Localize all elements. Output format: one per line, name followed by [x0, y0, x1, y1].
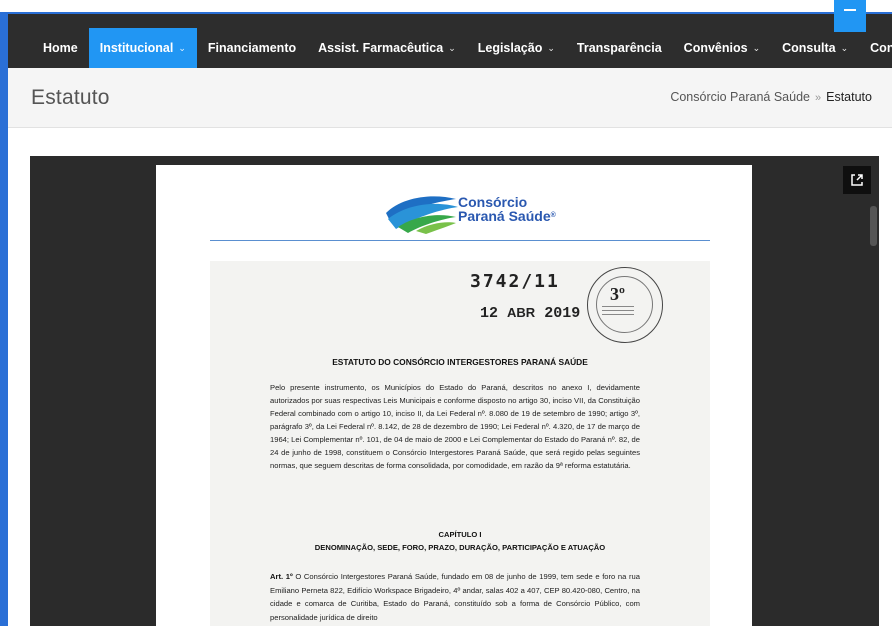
- viewer-scrollbar[interactable]: [870, 206, 877, 246]
- main-navbar: Home Institucional ⌄ Financiamento Assist. F…: [8, 14, 892, 68]
- registry-number: 3742/11: [470, 271, 560, 292]
- nav-item-label: Home: [43, 41, 78, 55]
- registry-day: 12: [480, 305, 499, 322]
- left-accent-bar: [0, 14, 8, 626]
- logo-line-2: Paraná Saúde: [458, 208, 551, 224]
- nav-item-label: Institucional: [99, 41, 174, 55]
- nav-item-label: Transparência: [576, 41, 662, 55]
- breadcrumb-separator: »: [815, 92, 822, 104]
- notary-seal: 3º: [587, 267, 663, 343]
- menu-toggle-button[interactable]: [834, 0, 866, 32]
- chevron-down-icon: ⌄: [840, 42, 849, 53]
- chapter-subtitle: DENOMINAÇÃO, SEDE, FORO, PRAZO, DURAÇÃO,…: [314, 543, 606, 552]
- chevron-down-icon: ⌄: [752, 42, 761, 53]
- article-label: Art. 1º: [270, 572, 293, 581]
- nav-item-legislacao[interactable]: Legislação ⌄: [467, 28, 566, 68]
- article-1: Art. 1º O Consórcio Intergestores Paraná…: [270, 570, 640, 624]
- registry-date: 12 ABR 2019: [480, 305, 580, 322]
- chapter-heading: CAPÍTULO I DENOMINAÇÃO, SEDE, FORO, PRAZ…: [210, 528, 710, 554]
- nav-item-consulta[interactable]: Consulta ⌄: [771, 28, 859, 68]
- nav-item-label: Consulta: [782, 41, 836, 55]
- nav-item-financiamento[interactable]: Financiamento: [197, 28, 307, 68]
- chevron-down-icon: ⌄: [448, 42, 456, 53]
- nav-item-convenios[interactable]: Convênios ⌄: [673, 28, 771, 68]
- breadcrumb-home-link[interactable]: Consórcio Paraná Saúde: [670, 90, 810, 104]
- registry-year: 2019: [544, 305, 581, 322]
- document-heading: ESTATUTO DO CONSÓRCIO INTERGESTORES PARA…: [332, 357, 588, 367]
- scanned-document: 3742/11 12 ABR 2019 3º ESTATUTO DO CONSÓ…: [210, 261, 710, 626]
- browser-frame: Home Institucional ⌄ Financiamento Assist. F…: [0, 0, 892, 626]
- page-title-bar: Estatuto Consórcio Paraná Saúde » Estatuto: [8, 68, 892, 128]
- nav-item-label: Convênios: [683, 41, 748, 55]
- logo-text: Consórcio Paraná Saúde®: [458, 195, 556, 223]
- logo-line-1: Consórcio: [458, 194, 528, 210]
- nav-item-label: Contato: [870, 41, 892, 55]
- chevron-down-icon: ⌄: [547, 42, 555, 53]
- seal-number: 3º: [610, 284, 625, 304]
- nav-item-contato[interactable]: Contato: [859, 28, 892, 68]
- nav-item-label: Assist. Farmacêutica: [318, 41, 444, 55]
- pdf-page: Consórcio Paraná Saúde® 3742/11 12 ABR 2…: [156, 165, 752, 626]
- logo-registered-mark: ®: [550, 212, 556, 219]
- nav-menu: Home Institucional ⌄ Financiamento Assist. F…: [32, 28, 892, 68]
- registry-month: ABR: [507, 305, 536, 320]
- chevron-down-icon: ⌄: [178, 42, 186, 53]
- top-strip: [0, 0, 892, 32]
- nav-item-assist-farmaceutica[interactable]: Assist. Farmacêutica ⌄: [307, 28, 467, 68]
- nav-item-home[interactable]: Home: [32, 28, 89, 68]
- document-intro: Pelo presente instrumento, os Municípios…: [270, 383, 640, 470]
- header-divider: [210, 240, 710, 241]
- chapter-title: CAPÍTULO I: [438, 530, 482, 539]
- external-link-icon[interactable]: [843, 166, 871, 194]
- breadcrumb: Consórcio Paraná Saúde » Estatuto: [670, 90, 872, 104]
- pdf-viewer[interactable]: Consórcio Paraná Saúde® 3742/11 12 ABR 2…: [30, 156, 879, 626]
- nav-item-transparencia[interactable]: Transparência: [566, 28, 673, 68]
- nav-item-institucional[interactable]: Institucional ⌄: [88, 28, 197, 68]
- nav-item-label: Financiamento: [207, 41, 297, 55]
- page-title: Estatuto: [31, 86, 110, 109]
- article-text: O Consórcio Intergestores Paraná Saúde, …: [270, 572, 640, 622]
- breadcrumb-current: Estatuto: [826, 90, 872, 104]
- nav-item-label: Legislação: [477, 41, 543, 55]
